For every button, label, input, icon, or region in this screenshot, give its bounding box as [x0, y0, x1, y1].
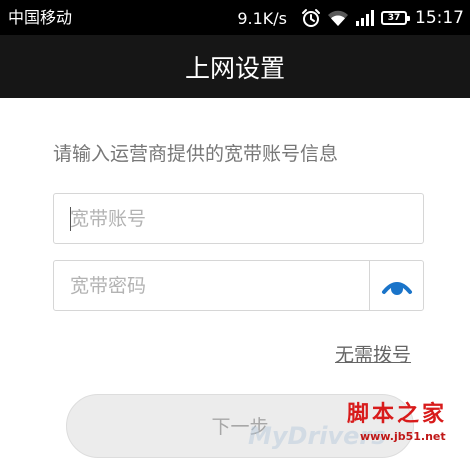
- skip-dialing-link[interactable]: 无需拨号: [335, 342, 411, 368]
- battery-level: 37: [387, 13, 401, 23]
- network-speed: 9.1K/s: [237, 8, 287, 28]
- status-bar: 中国移动 9.1K/s 37 15:17: [0, 0, 470, 35]
- title-bar: 上网设置: [0, 35, 470, 98]
- instruction-text: 请输入运营商提供的宽带账号信息: [53, 143, 339, 165]
- site-watermark: 脚本之家: [347, 402, 448, 427]
- page-title: 上网设置: [184, 53, 285, 83]
- battery-icon: 37: [381, 11, 410, 25]
- show-password-toggle[interactable]: [370, 261, 423, 310]
- wifi-icon: [328, 10, 348, 26]
- account-input[interactable]: [55, 195, 422, 242]
- signal-icon: [356, 10, 374, 26]
- alarm-icon: [302, 9, 320, 27]
- password-input[interactable]: [55, 262, 368, 309]
- clock: 15:17: [415, 8, 464, 28]
- password-field[interactable]: [53, 260, 424, 311]
- eye-icon: [381, 281, 412, 295]
- text-cursor: [70, 207, 71, 231]
- site-domain-watermark: www.jb51.net: [360, 430, 446, 443]
- status-bar-indicators: 9.1K/s 37 15:17: [237, 6, 464, 30]
- carrier-label: 中国移动: [8, 8, 73, 27]
- account-field[interactable]: [53, 193, 424, 244]
